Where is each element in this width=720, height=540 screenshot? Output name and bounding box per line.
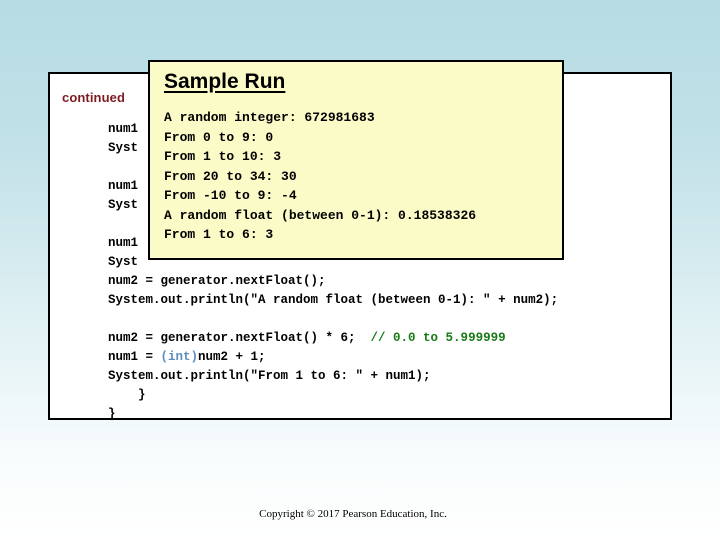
code-line-5-suffix: num2 + 1; [198,350,266,364]
code-line-6: System.out.println("From 1 to 6: " + num… [108,369,431,383]
code-line-2: System.out.println("A random float (betw… [108,293,559,307]
code-line-4-statement: num2 = generator.nextFloat() * 6; [108,331,371,345]
code-line-8-closing-brace: } [108,407,116,420]
sample-run-output-text: A random integer: 672981683 From 0 to 9:… [164,110,477,242]
sample-run-callout: Sample Run A random integer: 672981683 F… [148,60,564,260]
continued-label: continued [62,90,126,105]
occluded-code-lines: num1 Syst num1 Syst num1 Syst [108,122,139,269]
copyright-notice: Copyright © 2017 Pearson Education, Inc. [259,508,447,520]
code-line-4-comment: // 0.0 to 5.999999 [370,331,506,345]
visible-code-lines: num2 = generator.nextFloat(); System.out… [108,272,559,420]
code-line-1: num2 = generator.nextFloat(); [108,274,326,288]
code-line-5-cast-keyword: (int) [160,350,199,364]
sample-run-title: Sample Run [164,70,286,93]
code-line-5-prefix: num1 = [108,350,161,364]
slide-canvas: continued num1 Syst num1 Syst num1 Syst … [0,0,720,540]
code-line-7-closing-brace: } [108,388,146,402]
